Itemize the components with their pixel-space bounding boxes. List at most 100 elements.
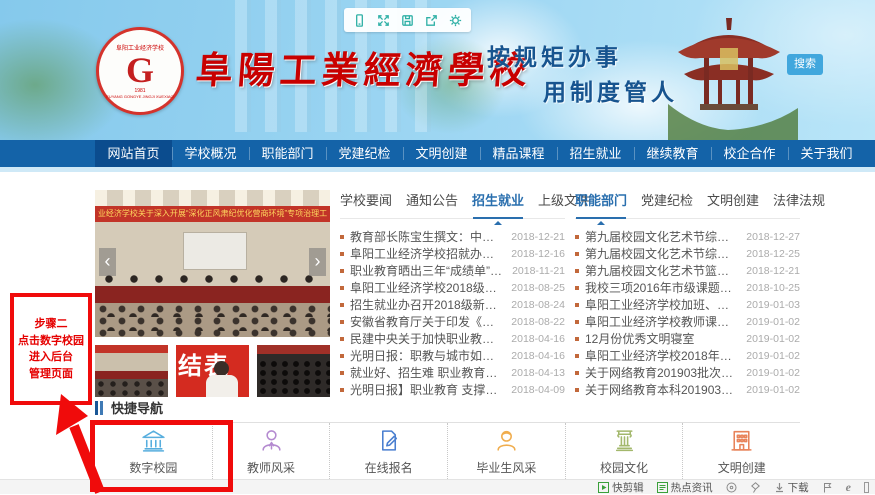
hot-news-button[interactable]: 热点资讯	[657, 480, 713, 495]
quick-nav-graduate-style[interactable]: 毕业生风采	[448, 423, 566, 479]
slogan-line-1: 按规矩办事	[487, 38, 622, 72]
news-item[interactable]: 关于网络教育本科201903批次毕业论文写...2019-01-02	[575, 381, 800, 398]
news-item[interactable]: 招生就业办召开2018级新生开学前工作布...2018-08-24	[340, 296, 565, 313]
download-button[interactable]: 下载	[774, 480, 809, 495]
tab-laws[interactable]: 法律法规	[773, 190, 825, 209]
news-icon	[657, 482, 668, 493]
nav-item-continuing-education[interactable]: 继续教育	[634, 140, 711, 167]
main-nav: 网站首页 学校概况 职能部门 党建纪检 文明创建 精品课程 招生就业 继续教育 …	[0, 140, 875, 167]
search-button[interactable]: 搜索	[787, 54, 823, 75]
news-item[interactable]: 职业教育晒出三年“成绩单”每年七成新...2018-11-21	[340, 262, 565, 279]
photo-banner-text: 业经济学校关于深入开展“深化正风肃纪优化营商环境”专项治理工	[95, 206, 330, 222]
kite-icon[interactable]	[750, 482, 761, 493]
quick-nav-civilization[interactable]: 文明创建	[683, 423, 800, 479]
news-item[interactable]: 12月份优秀文明寝室2019-01-02	[575, 330, 800, 347]
bullet-icon	[340, 388, 344, 392]
quick-clip-button[interactable]: 快剪辑	[598, 480, 644, 495]
heading-bars-icon	[95, 401, 103, 415]
bullet-icon	[340, 235, 344, 239]
bullet-icon	[575, 303, 579, 307]
news-item[interactable]: 阜阳工业经济学校招就办全体党员到刘邓...2018-12-16	[340, 245, 565, 262]
tab-school-news[interactable]: 学校要闻	[340, 190, 392, 209]
carousel-next-button[interactable]: ›	[309, 248, 326, 276]
nav-item-civilization[interactable]: 文明创建	[403, 140, 480, 167]
carousel-thumbnail-1[interactable]	[95, 345, 168, 397]
bullet-icon	[575, 320, 579, 324]
bank-icon	[140, 427, 167, 454]
graduate-icon	[493, 427, 520, 454]
quick-nav-teacher-style[interactable]: 教师风采	[213, 423, 331, 479]
tab-party-discipline[interactable]: 党建纪检	[641, 190, 693, 209]
news-item[interactable]: 第九届校园文化艺术节综合才艺比赛决赛2018-12-27	[575, 228, 800, 245]
form-icon	[375, 427, 402, 454]
nav-item-school-overview[interactable]: 学校概况	[172, 140, 249, 167]
news-item[interactable]: 第九届校园文化艺术节综合才艺比赛初赛2018-12-25	[575, 245, 800, 262]
news-item[interactable]: 教育部长陈宝生撰文：中国教育，波澜壮...2018-12-21	[340, 228, 565, 245]
nav-item-school-enterprise[interactable]: 校企合作	[711, 140, 788, 167]
news-item[interactable]: 就业好、招生难 职业教育到底“差”在...2018-04-13	[340, 364, 565, 381]
clipped-taskbar-icon[interactable]	[864, 482, 869, 493]
news-item[interactable]: 光明日报：职教与城市如何融合发展2018-04-16	[340, 347, 565, 364]
teacher-icon	[258, 427, 285, 454]
bullet-icon	[340, 252, 344, 256]
flag-icon[interactable]	[822, 482, 833, 493]
bullet-icon	[340, 371, 344, 375]
tab-departments[interactable]: 职能部门	[575, 190, 627, 209]
news-item[interactable]: 第九届校园文化艺术节篮球赛决赛2018-12-21	[575, 262, 800, 279]
quick-nav-digital-campus[interactable]: 数字校园	[95, 423, 213, 479]
quick-nav-campus-culture[interactable]: 校园文化	[566, 423, 684, 479]
bullet-icon	[575, 371, 579, 375]
nav-item-home[interactable]: 网站首页	[95, 140, 172, 167]
quick-nav: 数字校园 教师风采 在线报名 毕业生风采 校园文化 文明创建	[95, 422, 800, 479]
share-icon[interactable]	[424, 13, 439, 28]
pavilion-image	[648, 8, 808, 140]
bullet-icon	[575, 354, 579, 358]
news-item[interactable]: 民建中央关于加快职业教育转型 提高城...2018-04-16	[340, 330, 565, 347]
bullet-icon	[340, 337, 344, 341]
news-item[interactable]: 关于网络教育201903批次高起专毕业报告...2019-01-02	[575, 364, 800, 381]
nav-item-courses[interactable]: 精品课程	[480, 140, 557, 167]
news-item[interactable]: 安徽省教育厅关于印发《严禁中职招生纪...2018-08-22	[340, 313, 565, 330]
bullet-icon	[340, 320, 344, 324]
bullet-icon	[575, 235, 579, 239]
carousel-thumbnail-3[interactable]	[257, 345, 330, 397]
news-item[interactable]: 阜阳工业经济学校教师课堂教学行为规范2019-01-02	[575, 313, 800, 330]
carousel-thumbnail-2[interactable]: 结表	[176, 345, 249, 397]
settings-icon[interactable]	[448, 13, 463, 28]
tab-civilization[interactable]: 文明创建	[707, 190, 759, 209]
nav-item-departments[interactable]: 职能部门	[249, 140, 326, 167]
quick-nav-online-registration[interactable]: 在线报名	[330, 423, 448, 479]
header-banner: 阜阳工业经济学校 G 1981 FUYANG GONGYE JINGJI XUE…	[0, 0, 875, 140]
news-right-tabs: 职能部门 党建纪检 文明创建 法律法规	[575, 190, 800, 219]
news-item[interactable]: 阜阳工业经济学校2018级新生报到场面火...2018-08-25	[340, 279, 565, 296]
nav-item-admissions[interactable]: 招生就业	[557, 140, 634, 167]
photo-panel-people	[99, 272, 326, 286]
bullet-icon	[575, 286, 579, 290]
nav-item-party-discipline[interactable]: 党建纪检	[326, 140, 403, 167]
video-clip-icon	[598, 482, 609, 493]
news-item[interactable]: 光明日报】职业教育 支撑城市良性生长2018-04-09	[340, 381, 565, 398]
news-item[interactable]: 我校三项2016年市级课题顺利结题2018-10-25	[575, 279, 800, 296]
bullet-icon	[575, 269, 579, 273]
compass-icon[interactable]	[726, 482, 737, 493]
fullscreen-icon[interactable]	[376, 13, 391, 28]
download-icon	[774, 482, 785, 493]
tab-notices[interactable]: 通知公告	[406, 190, 458, 209]
photo-conference-table	[95, 286, 330, 303]
logo-letter: G	[126, 52, 154, 88]
nav-item-about-us[interactable]: 关于我们	[788, 140, 865, 167]
mobile-icon[interactable]	[352, 13, 367, 28]
tab-admissions[interactable]: 招生就业	[472, 190, 524, 209]
bullet-icon	[340, 303, 344, 307]
bullet-icon	[340, 269, 344, 273]
browser-taskbar: 快剪辑 热点资讯 下载 e	[0, 479, 875, 494]
building-icon	[728, 427, 755, 454]
quick-nav-heading: 快捷导航	[95, 398, 163, 417]
news-item[interactable]: 阜阳工业经济学校加班、值班管理办法2019-01-03	[575, 296, 800, 313]
news-item[interactable]: 阜阳工业经济学校2018年秋季学期校内资...2019-01-02	[575, 347, 800, 364]
carousel-main-photo[interactable]: 业经济学校关于深入开展“深化正风肃纪优化营商环境”专项治理工 ‹ ›	[95, 190, 330, 337]
news-mid-tabs: 学校要闻 通知公告 招生就业 上级文件	[340, 190, 565, 219]
ie-browser-icon[interactable]: e	[846, 482, 851, 493]
carousel-prev-button[interactable]: ‹	[99, 248, 116, 276]
save-icon[interactable]	[400, 13, 415, 28]
